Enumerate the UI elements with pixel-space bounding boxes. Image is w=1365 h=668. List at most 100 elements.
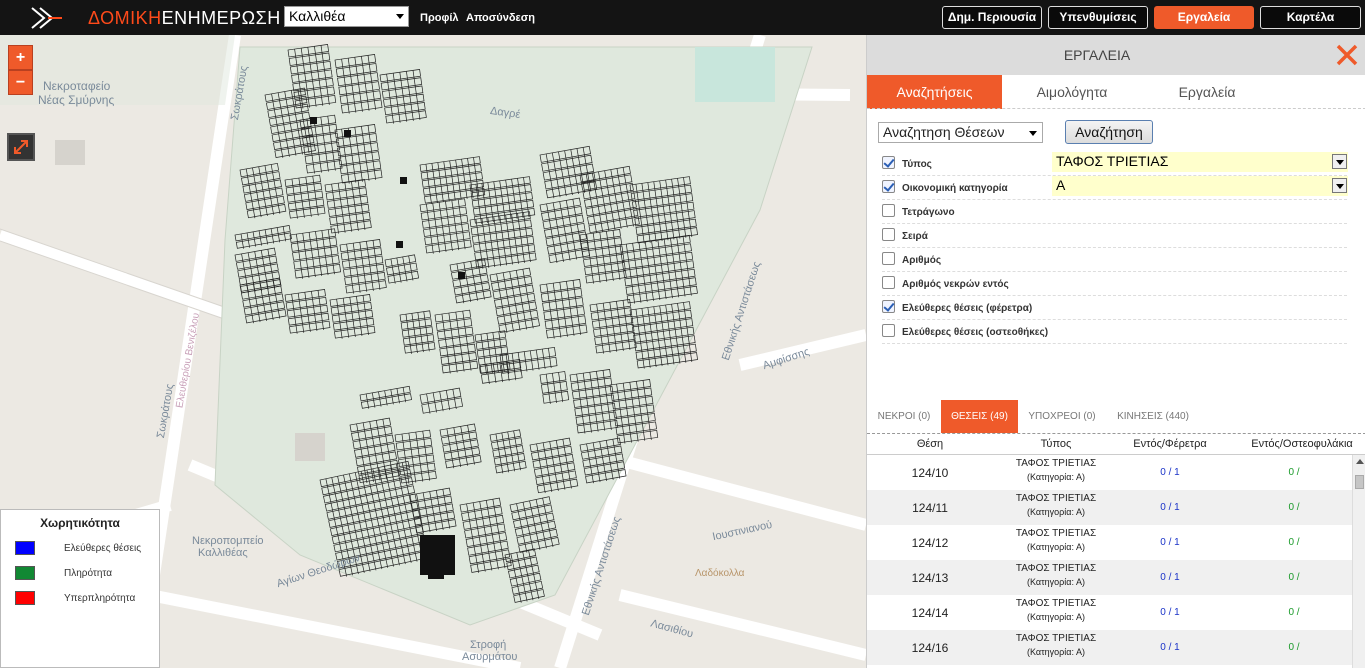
cell-position: 124/12 xyxy=(911,536,949,550)
cell-ossuary: 0 / xyxy=(1288,467,1300,478)
brand-part-1: ΔΟΜΙΚΗ xyxy=(88,8,162,28)
table-row[interactable]: 124/10 ΤΑΦΟΣ ΤΡΙΕΤΙΑΣ (Κατηγορία: Α) 0 / 1 0… xyxy=(867,455,1352,490)
filter-checkbox[interactable] xyxy=(882,228,895,241)
search-type-select[interactable]: Αναζητηση Θέσεων xyxy=(878,122,1043,143)
chevron-down-icon xyxy=(396,14,404,19)
brand-part-2: ΕΝΗΜΕΡΩΣΗ xyxy=(161,8,281,28)
results-table-body: 124/10 ΤΑΦΟΣ ΤΡΙΕΤΙΑΣ (Κατηγορία: Α) 0 / 1 0… xyxy=(867,455,1352,668)
cell-position: 124/11 xyxy=(912,501,948,515)
filter-label: Ελεύθερες θέσεις (οστεοθήκες) xyxy=(902,327,1049,338)
filter-checkbox[interactable] xyxy=(882,300,895,313)
tools-button[interactable]: Εργαλεία xyxy=(1154,6,1254,29)
cell-type-name: ΤΑΦΟΣ ΤΡΙΕΤΙΑΣ xyxy=(1015,633,1097,644)
filter-row: Τετράγωνο xyxy=(882,200,1347,224)
cell-category: (Κατηγορία: Α) xyxy=(1027,577,1085,587)
tab-divider xyxy=(867,108,1365,109)
filter-label: Τύπος xyxy=(902,159,932,170)
panel-header: ΕΡΓΑΛΕΙΑ xyxy=(867,35,1365,75)
results-table-header: Θέση Τύπος Εντός/Φέρετρα Εντός/Οστεοφυλά… xyxy=(867,435,1365,455)
chevron-down-icon[interactable] xyxy=(1332,154,1347,169)
top-bar: ΔΟΜΙΚΗΕΝΗΜΕΡΩΣΗ Καλλιθέα Προφίλ Αποσύνδε… xyxy=(0,0,1365,35)
column-header-ossuary: Εντός/Οστεοφυλάκια xyxy=(1251,438,1353,450)
scroll-up-icon[interactable] xyxy=(1356,459,1364,464)
tab-searches[interactable]: Αναζητήσεις xyxy=(867,75,1002,109)
legend-label: Υπερπληρότητα xyxy=(64,593,136,604)
tab-positions[interactable]: ΘΕΣΕΙΣ (49) xyxy=(941,400,1018,433)
chevron-down-icon[interactable] xyxy=(1332,178,1347,193)
table-row[interactable]: 124/11 ΤΑΦΟΣ ΤΡΙΕΤΙΑΣ (Κατηγορία: Α) 0 / 1 0… xyxy=(867,490,1352,525)
panel-title: ΕΡΓΑΛΕΙΑ xyxy=(1063,47,1131,63)
cell-type-name: ΤΑΦΟΣ ΤΡΙΕΤΙΑΣ xyxy=(1015,458,1097,469)
cell-position: 124/14 xyxy=(911,606,949,620)
cell-ossuary: 0 / xyxy=(1288,537,1300,548)
legend-item-free: Ελεύθερες θέσεις xyxy=(15,541,155,557)
tab-deceased[interactable]: ΝΕΚΡΟΙ (0) xyxy=(873,400,935,433)
column-header-coffins: Εντός/Φέρετρα xyxy=(1133,438,1207,450)
tab-obligors[interactable]: ΥΠΟΧΡΕΟΙ (0) xyxy=(1023,400,1101,433)
cell-type: ΤΑΦΟΣ ΤΡΙΕΤΙΑΣ (Κατηγορία: Α) xyxy=(977,493,1135,517)
filter-checkbox[interactable] xyxy=(882,276,895,289)
assets-button[interactable]: Δημ. Περιουσία xyxy=(942,6,1042,29)
cell-category: (Κατηγορία: Α) xyxy=(1027,612,1085,622)
cell-position: 124/16 xyxy=(911,641,949,655)
filter-label: Ελεύθερες θέσεις (φέρετρα) xyxy=(902,303,1033,314)
map-label-strofi: Στροφή xyxy=(470,639,507,651)
close-icon[interactable] xyxy=(1334,42,1360,68)
filter-checkbox[interactable] xyxy=(882,156,895,169)
filter-checkbox[interactable] xyxy=(882,204,895,217)
city-select[interactable]: Καλλιθέα xyxy=(284,6,409,27)
table-row[interactable]: 124/12 ΤΑΦΟΣ ΤΡΙΕΤΙΑΣ (Κατηγορία: Α) 0 / 1 0… xyxy=(867,525,1352,560)
filter-row: Οικονομική κατηγορία Α xyxy=(882,176,1348,200)
zoom-in-button[interactable]: + xyxy=(8,45,33,70)
zoom-out-button[interactable]: − xyxy=(8,70,33,95)
cell-position: 124/10 xyxy=(911,466,949,480)
cell-ossuary: 0 / xyxy=(1288,642,1300,653)
filter-checkbox[interactable] xyxy=(882,252,895,265)
results-scrollbar[interactable] xyxy=(1352,455,1365,668)
cell-coffins: 0 / 1 xyxy=(1160,607,1180,618)
cell-coffins: 0 / 1 xyxy=(1160,502,1180,513)
legend-swatch xyxy=(15,566,35,580)
cell-ossuary: 0 / xyxy=(1288,607,1300,618)
capacity-legend: Χωρητικότητα Ελεύθερες θέσεις Πληρότητα … xyxy=(0,509,160,668)
profile-link[interactable]: Προφίλ xyxy=(420,12,459,24)
cell-coffins: 0 / 1 xyxy=(1160,537,1180,548)
cell-position: 124/13 xyxy=(911,571,949,585)
legend-label: Ελεύθερες θέσεις xyxy=(64,543,142,554)
filter-value: ΤΑΦΟΣ ΤΡΙΕΤΙΑΣ xyxy=(1056,153,1169,169)
cell-type-name: ΤΑΦΟΣ ΤΡΙΕΤΙΑΣ xyxy=(1015,598,1097,609)
table-row[interactable]: 124/14 ΤΑΦΟΣ ΤΡΙΕΤΙΑΣ (Κατηγορία: Α) 0 / 1 0… xyxy=(867,595,1352,630)
legend-label: Πληρότητα xyxy=(64,568,112,579)
legend-title: Χωρητικότητα xyxy=(40,516,120,530)
filter-checkbox[interactable] xyxy=(882,324,895,337)
map-label-nekrop: Νεκροπομπείο xyxy=(192,535,264,547)
filter-value-select[interactable]: ΤΑΦΟΣ ΤΡΙΕΤΙΑΣ xyxy=(1052,152,1348,172)
table-row[interactable]: 124/13 ΤΑΦΟΣ ΤΡΙΕΤΙΑΣ (Κατηγορία: Α) 0 / 1 0… xyxy=(867,560,1352,595)
search-button[interactable]: Αναζήτηση xyxy=(1065,120,1153,144)
card-button[interactable]: Καρτέλα xyxy=(1260,6,1361,29)
cell-type: ΤΑΦΟΣ ΤΡΙΕΤΙΑΣ (Κατηγορία: Α) xyxy=(977,458,1135,482)
legend-swatch xyxy=(15,541,35,555)
search-type-value: Αναζητηση Θέσεων xyxy=(883,124,1005,140)
filter-value-select[interactable]: Α xyxy=(1052,176,1348,196)
filter-value: Α xyxy=(1056,177,1066,193)
tab-invoiced[interactable]: Αιμολόγητα xyxy=(1002,75,1142,109)
tools-panel: ΕΡΓΑΛΕΙΑ Αναζητήσεις Αιμολόγητα Εργαλεία… xyxy=(866,35,1365,668)
cell-type: ΤΑΦΟΣ ΤΡΙΕΤΙΑΣ (Κατηγορία: Α) xyxy=(977,563,1135,587)
fullscreen-button[interactable] xyxy=(7,133,35,161)
filter-row: Σειρά xyxy=(882,224,1347,248)
table-row[interactable]: 124/16 ΤΑΦΟΣ ΤΡΙΕΤΙΑΣ (Κατηγορία: Α) 0 / 1 0… xyxy=(867,630,1352,665)
filter-label: Αριθμός νεκρών εντός xyxy=(902,279,1009,290)
scroll-thumb[interactable] xyxy=(1355,475,1364,489)
logout-link[interactable]: Αποσύνδεση xyxy=(466,12,535,24)
filter-row: Αριθμός νεκρών εντός xyxy=(882,272,1347,296)
reminders-button[interactable]: Υπενθυμίσεις xyxy=(1048,6,1148,29)
cell-category: (Κατηγορία: Α) xyxy=(1027,507,1085,517)
cell-category: (Κατηγορία: Α) xyxy=(1027,472,1085,482)
tab-tools[interactable]: Εργαλεία xyxy=(1142,75,1272,109)
filter-checkbox[interactable] xyxy=(882,180,895,193)
tab-movements[interactable]: ΚΙΝΗΣΕΙΣ (440) xyxy=(1110,400,1196,433)
column-header-position: Θέση xyxy=(916,438,944,450)
filter-row: Τύπος ΤΑΦΟΣ ΤΡΙΕΤΙΑΣ xyxy=(882,152,1348,176)
cell-ossuary: 0 / xyxy=(1288,572,1300,583)
